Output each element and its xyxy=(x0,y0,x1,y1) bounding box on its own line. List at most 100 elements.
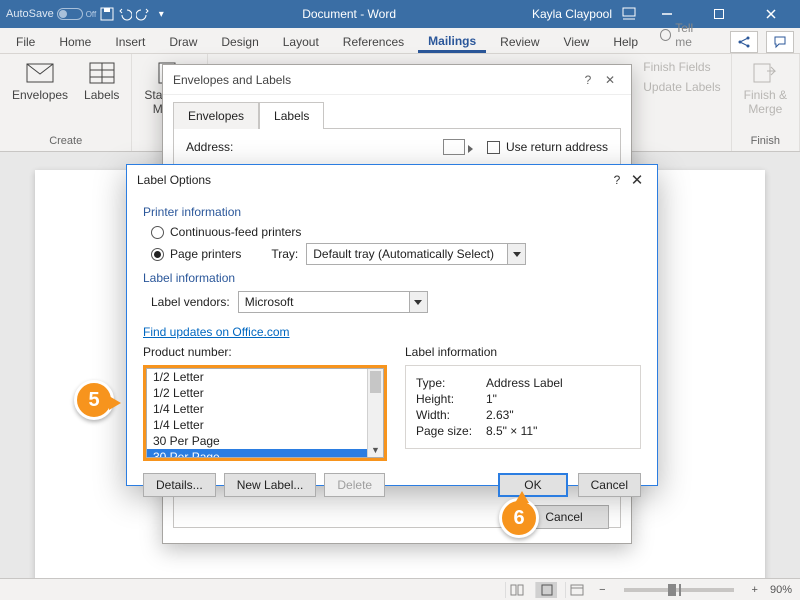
dlg2-help-button[interactable]: ? xyxy=(607,173,627,187)
delete-label: Delete xyxy=(337,478,372,492)
labels-icon xyxy=(88,60,116,86)
tell-me[interactable]: Tell me xyxy=(652,21,718,53)
dropdown-arrow-icon xyxy=(409,292,427,312)
type-key: Type: xyxy=(416,376,480,390)
product-number-listbox[interactable]: 1/2 Letter 1/2 Letter 1/4 Letter 1/4 Let… xyxy=(146,368,384,458)
page-printers-label: Page printers xyxy=(170,247,241,261)
address-book-icon[interactable] xyxy=(443,139,465,155)
list-item-selected[interactable]: 30 Per Page xyxy=(147,449,383,458)
vendor-select[interactable]: Microsoft xyxy=(238,291,428,313)
tab-design[interactable]: Design xyxy=(211,30,268,53)
printer-info-header: Printer information xyxy=(143,205,641,219)
group-finish-label: Finish xyxy=(751,135,780,149)
zoom-out-button[interactable]: − xyxy=(595,584,609,596)
ok-button[interactable]: OK xyxy=(498,473,567,497)
details-label: Details... xyxy=(156,478,203,492)
tab-mailings[interactable]: Mailings xyxy=(418,29,486,53)
label-information-header: Label information xyxy=(405,345,641,359)
dlg1-help-button[interactable]: ? xyxy=(577,73,599,87)
label-information-box: Type:Address Label Height:1" Width:2.63"… xyxy=(405,365,641,449)
tab-help[interactable]: Help xyxy=(603,30,648,53)
finish-merge-icon xyxy=(751,60,779,86)
envelopes-button[interactable]: Envelopes xyxy=(8,58,72,104)
ribbon-options-icon[interactable] xyxy=(622,7,636,21)
tab-view[interactable]: View xyxy=(554,30,600,53)
save-icon[interactable] xyxy=(100,7,114,21)
print-layout-icon[interactable] xyxy=(535,582,557,598)
dlg1-tab-envelopes-label: Envelopes xyxy=(188,109,244,123)
labels-button[interactable]: Labels xyxy=(80,58,123,104)
list-item[interactable]: 30 Per Page xyxy=(147,433,383,449)
zoom-slider[interactable] xyxy=(624,588,734,592)
listbox-scrollbar[interactable]: ▲ ▼ xyxy=(367,369,383,457)
ok-label: OK xyxy=(524,478,541,492)
type-value: Address Label xyxy=(486,376,563,390)
ribbon-tabs: File Home Insert Draw Design Layout Refe… xyxy=(0,28,800,54)
vendor-value: Microsoft xyxy=(245,295,294,309)
update-labels-label: Update Labels xyxy=(643,80,720,94)
dlg1-tab-envelopes[interactable]: Envelopes xyxy=(173,102,259,129)
address-label: Address: xyxy=(186,140,233,154)
tab-home[interactable]: Home xyxy=(49,30,101,53)
lightbulb-icon xyxy=(660,29,671,41)
delete-button: Delete xyxy=(324,473,385,497)
dlg1-close-button[interactable]: ✕ xyxy=(599,73,621,87)
autosave-toggle[interactable]: AutoSave Off xyxy=(6,8,96,20)
dlg2-close-button[interactable]: ✕ xyxy=(627,171,647,189)
zoom-level[interactable]: 90% xyxy=(770,584,792,596)
new-label-button[interactable]: New Label... xyxy=(224,473,317,497)
scroll-thumb[interactable] xyxy=(370,371,381,393)
details-button[interactable]: Details... xyxy=(143,473,216,497)
width-key: Width: xyxy=(416,408,480,422)
update-labels-button: Update Labels xyxy=(621,78,722,96)
qat-dropdown-icon[interactable]: ▾ xyxy=(154,7,168,21)
comments-button[interactable] xyxy=(766,31,794,53)
width-value: 2.63" xyxy=(486,408,514,422)
tab-draw[interactable]: Draw xyxy=(159,30,207,53)
zoom-in-button[interactable]: + xyxy=(748,584,762,596)
tab-insert[interactable]: Insert xyxy=(105,30,155,53)
dlg1-tab-labels-label: Labels xyxy=(274,109,309,123)
list-item[interactable]: 1/4 Letter xyxy=(147,401,383,417)
web-layout-icon[interactable] xyxy=(565,582,587,598)
dropdown-arrow-icon xyxy=(507,244,525,264)
window-title: Document - Word xyxy=(174,7,524,21)
read-mode-icon[interactable] xyxy=(505,582,527,598)
dlg1-tab-labels[interactable]: Labels xyxy=(259,102,324,129)
tray-value: Default tray (Automatically Select) xyxy=(313,247,494,261)
callout-5-highlight: 1/2 Letter 1/2 Letter 1/4 Letter 1/4 Let… xyxy=(143,365,387,461)
user-name[interactable]: Kayla Claypool xyxy=(532,7,612,21)
office-updates-link[interactable]: Find updates on Office.com xyxy=(143,325,290,339)
page-printers-radio[interactable] xyxy=(151,248,164,261)
tray-label: Tray: xyxy=(271,247,298,261)
product-number-label: Product number: xyxy=(143,345,387,359)
envelope-icon xyxy=(26,60,54,86)
tab-file[interactable]: File xyxy=(6,30,45,53)
tray-select[interactable]: Default tray (Automatically Select) xyxy=(306,243,526,265)
tab-references[interactable]: References xyxy=(333,30,414,53)
finish-fields-button: Finish Fields xyxy=(621,58,712,76)
share-button[interactable] xyxy=(730,31,758,53)
autosave-state: Off xyxy=(86,10,97,19)
tab-layout[interactable]: Layout xyxy=(273,30,329,53)
callout-5: 5 xyxy=(74,380,114,420)
redo-icon[interactable] xyxy=(136,7,150,21)
group-finish: Finish & Merge Finish xyxy=(732,54,800,151)
cancel-label: Cancel xyxy=(591,478,628,492)
tab-review[interactable]: Review xyxy=(490,30,549,53)
finish-merge-label: Finish & Merge xyxy=(744,88,787,116)
vendors-label: Label vendors: xyxy=(151,295,230,309)
dlg1-title: Envelopes and Labels xyxy=(173,73,577,87)
continuous-feed-radio[interactable] xyxy=(151,226,164,239)
tell-me-label: Tell me xyxy=(675,21,710,49)
list-item[interactable]: 1/2 Letter xyxy=(147,385,383,401)
close-button[interactable] xyxy=(750,0,792,28)
list-item[interactable]: 1/4 Letter xyxy=(147,417,383,433)
autosave-label: AutoSave xyxy=(6,8,54,20)
scroll-down-icon[interactable]: ▼ xyxy=(368,443,383,457)
new-label-label: New Label... xyxy=(237,478,304,492)
list-item[interactable]: 1/2 Letter xyxy=(147,369,383,385)
undo-icon[interactable] xyxy=(118,7,132,21)
cancel-button[interactable]: Cancel xyxy=(578,473,641,497)
use-return-checkbox[interactable] xyxy=(487,141,500,154)
